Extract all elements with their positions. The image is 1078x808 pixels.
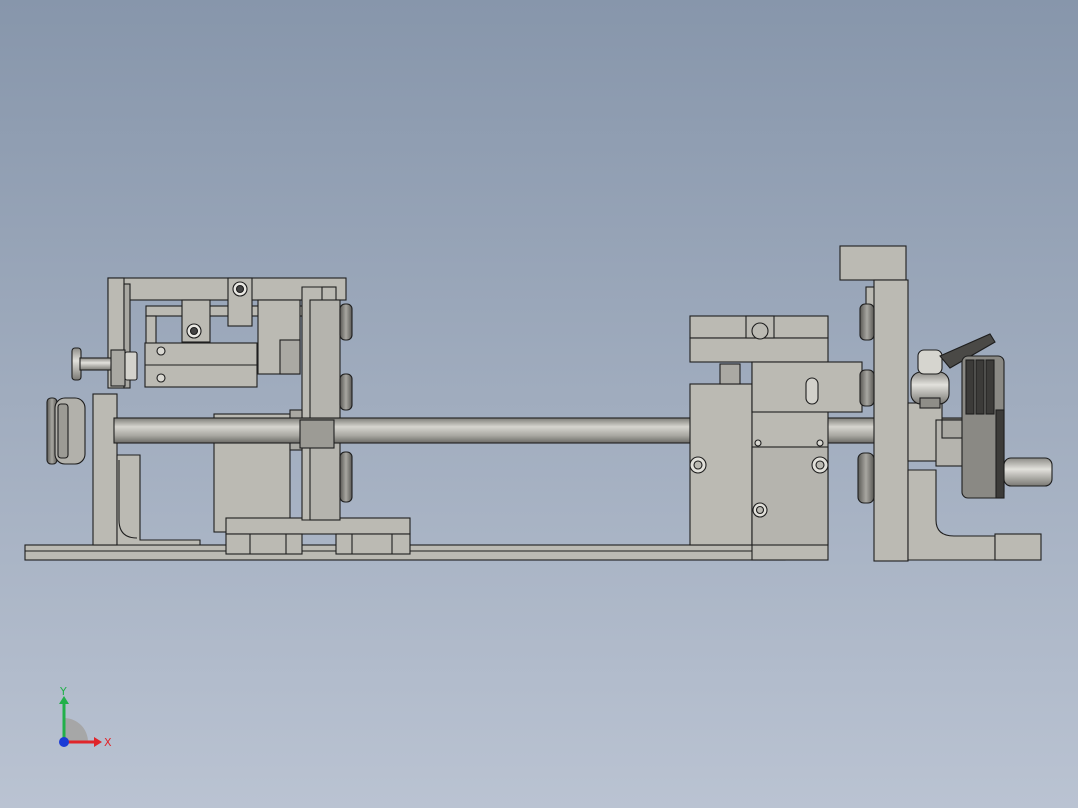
cad-viewport[interactable]: X Y [0, 0, 1078, 808]
knurled-handwheel [961, 355, 1005, 499]
y-axis-label: Y [59, 685, 67, 698]
main-shaft [113, 417, 977, 449]
right-end-knob [1003, 457, 1053, 487]
x-axis-arrowhead [94, 737, 102, 747]
left-adjust-knob [71, 347, 138, 387]
z-axis-origin-dot [59, 737, 69, 747]
x-axis-label: X [104, 736, 112, 749]
left-pulley-wheel [46, 397, 86, 465]
view-orientation-triad[interactable]: X Y [44, 684, 124, 760]
left-end-bracket [92, 393, 201, 546]
assembly-model[interactable] [0, 0, 1078, 808]
triad-plane-quadrant [64, 718, 88, 742]
